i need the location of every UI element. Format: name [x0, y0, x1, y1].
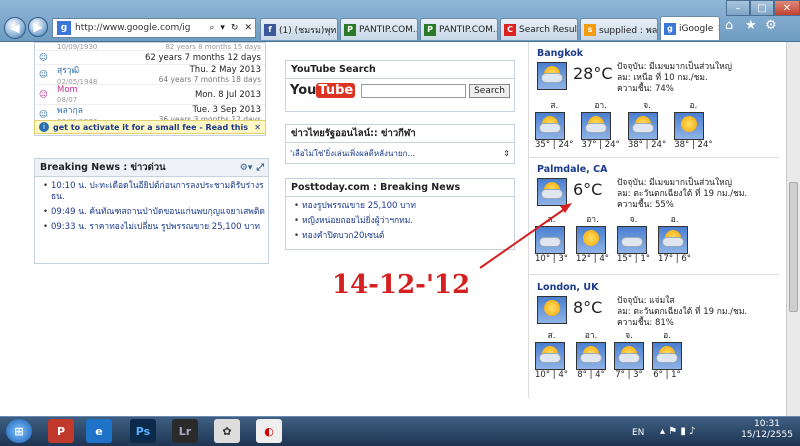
clock-date: 15/12/2555	[741, 430, 793, 440]
tray-icons[interactable]: ▴ ⚑ ▮ ♪	[660, 426, 695, 437]
powerpoint-icon[interactable]: P	[48, 419, 74, 443]
annotation-arrow	[479, 203, 572, 269]
lightroom-icon[interactable]: Lr	[172, 419, 198, 443]
clock-time: 10:31	[754, 419, 780, 429]
language-indicator[interactable]: EN	[632, 428, 644, 438]
clock[interactable]: 10:31 15/12/2555	[738, 419, 796, 441]
internet-explorer-icon[interactable]: e	[86, 419, 112, 443]
picasa-icon[interactable]: ✿	[214, 419, 240, 443]
annotation-date-text: 14-12-'12	[332, 270, 471, 300]
windows-logo-icon: ⊞	[14, 424, 24, 438]
photoshop-icon[interactable]: Ps	[130, 419, 156, 443]
app-icon[interactable]: ◐	[256, 419, 282, 443]
start-button[interactable]: ⊞	[6, 419, 32, 443]
annotation-arrow-line	[479, 207, 567, 269]
